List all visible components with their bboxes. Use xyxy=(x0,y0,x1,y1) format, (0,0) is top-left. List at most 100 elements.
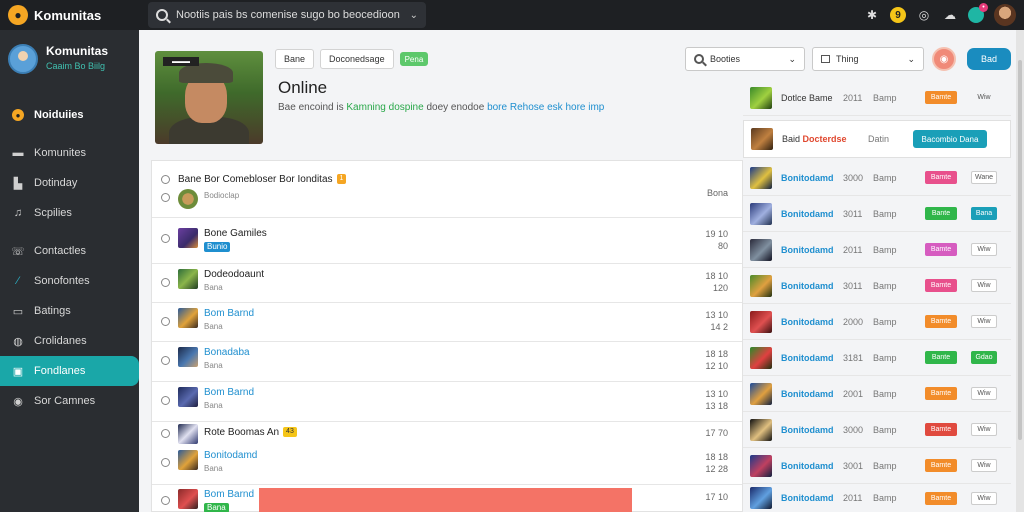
list-item[interactable]: Bonadaba Bana 18 18 12 10 xyxy=(152,342,742,382)
chip-pena[interactable]: Pena xyxy=(399,52,429,66)
right-list-item[interactable]: Bonitodamd 3181 Bamp Bante Gdao xyxy=(743,340,1011,376)
right-list-item[interactable]: Bonitodamd 3000 Bamp Bamte Wiw xyxy=(743,412,1011,448)
right-list-item[interactable]: Bonitodamd 3011 Bamp Bamte Wiw xyxy=(743,268,1011,304)
sidebar-item-games[interactable]: ◉ Sor Camnes xyxy=(0,386,139,416)
profile[interactable]: Komunitas Caaim Bo Biilg xyxy=(0,30,139,100)
right-list-item[interactable]: Bonitodamd 3000 Bamp Bamte Wane xyxy=(743,160,1011,196)
sidebar-item-notifications[interactable]: ● Noiduiies xyxy=(0,100,139,130)
friends-icon: ▣ xyxy=(12,365,24,378)
row-action[interactable]: Wiw xyxy=(971,279,997,292)
record-button[interactable]: ◉ xyxy=(932,47,956,71)
row-meta: 18 18 12 10 xyxy=(705,348,728,372)
radio-button[interactable] xyxy=(161,429,170,438)
sidebar-item-contacts[interactable]: ☏ Contactles xyxy=(0,236,139,266)
activity-icon[interactable]: ✱ xyxy=(864,7,880,23)
radio-button[interactable] xyxy=(161,193,170,202)
sidebar-item-community[interactable]: ▬ Komunites xyxy=(0,138,139,168)
list-item[interactable]: Bom Barnd Bana 13 10 13 18 xyxy=(152,382,742,422)
radio-button[interactable] xyxy=(161,356,170,365)
list-item[interactable]: Dodeodoaunt Bana 18 10 120 xyxy=(152,264,742,303)
status-pill[interactable]: Bamte xyxy=(925,279,957,292)
row-primary-button[interactable]: Bacombio Dana xyxy=(913,130,987,148)
row-action[interactable]: Wane xyxy=(971,171,997,184)
radio-button[interactable] xyxy=(161,458,170,467)
radio-button[interactable] xyxy=(161,496,170,505)
search-input[interactable]: Nootiis pais bs comenise sugo bo beocedi… xyxy=(176,9,402,21)
list-item[interactable]: Rote Boomas An 43 17 70 Bonitodamd Bana 1… xyxy=(152,422,742,484)
row-action[interactable]: Wiw xyxy=(971,491,997,505)
row-meta: 18 10 120 xyxy=(705,270,728,294)
row-meta-1: 17 70 xyxy=(705,428,728,438)
chevron-down-icon[interactable]: ⌄ xyxy=(410,10,418,21)
desc-link-blue[interactable]: bore Rehose esk hore imp xyxy=(487,102,604,113)
row-meta-1: 19 10 xyxy=(705,229,728,239)
list-item[interactable]: Bane Bor Comebloser Bor Ionditas 1 Bodioc… xyxy=(152,161,742,218)
filter-search-dropdown[interactable]: Booties ⌄ xyxy=(685,47,805,71)
row-action[interactable]: Wiw xyxy=(971,243,997,256)
sidebar-item-friends[interactable]: ▣ Fondlanes xyxy=(0,356,139,386)
status-pill[interactable]: Bamte xyxy=(925,491,957,505)
cloud-icon[interactable]: ☁ xyxy=(942,7,958,23)
status-pill[interactable]: Bamte xyxy=(925,459,957,472)
game-cover-image[interactable]: ▬▬▬ xyxy=(155,51,263,144)
row-meta-2: 12 28 xyxy=(705,464,728,474)
scrollbar-thumb[interactable] xyxy=(1018,60,1022,440)
coin-icon[interactable]: 9 xyxy=(890,7,906,23)
user-avatar[interactable] xyxy=(994,4,1016,26)
chip-doconedsage[interactable]: Doconedsage xyxy=(320,49,394,69)
global-search[interactable]: Nootiis pais bs comenise sugo bo beocedi… xyxy=(148,2,426,28)
filter-sort-dropdown[interactable]: Thing ⌄ xyxy=(812,47,924,71)
row-thumbnail xyxy=(178,387,198,407)
add-button[interactable]: Bad xyxy=(967,48,1011,70)
status-pill[interactable]: Bamte xyxy=(925,423,957,436)
row-thumbnail xyxy=(178,228,198,248)
desc-highlight-green[interactable]: Kamning dospine xyxy=(346,102,423,113)
list-item[interactable]: Bone Gamiles Bunio 19 10 80 xyxy=(152,218,742,264)
row-action[interactable]: Gdao xyxy=(971,351,997,364)
row-number: 3000 xyxy=(843,424,864,435)
row-number: 3001 xyxy=(843,460,864,471)
highlight-bar[interactable] xyxy=(259,488,632,512)
radio-button[interactable] xyxy=(161,175,170,184)
radio-button[interactable] xyxy=(161,234,170,243)
brand[interactable]: ● Komunitas xyxy=(0,5,148,25)
row-action[interactable]: Wiw xyxy=(971,423,997,436)
row-action[interactable]: Bana xyxy=(971,207,997,220)
sidebar-item-feather[interactable]: ⁄ Sonofontes xyxy=(0,266,139,296)
radio-button[interactable] xyxy=(161,317,170,326)
right-list-item[interactable]: Bonitodamd 2000 Bamp Bamte Wiw xyxy=(743,304,1011,340)
radio-button[interactable] xyxy=(161,396,170,405)
right-list-item[interactable]: Bonitodamd 3011 Bamp Bante Bana xyxy=(743,196,1011,232)
row-thumbnail xyxy=(750,346,772,369)
status-pill[interactable]: Bante xyxy=(925,351,957,364)
notifications-icon[interactable]: • xyxy=(968,3,988,23)
sidebar-item-label: Sor Camnes xyxy=(34,395,96,407)
row-action[interactable]: Wiw xyxy=(971,459,997,472)
status-pill[interactable]: Bamte xyxy=(925,171,957,184)
right-list-item[interactable]: Bonitodamd 3001 Bamp Bamte Wiw xyxy=(743,448,1011,484)
row-action[interactable]: Wiw xyxy=(971,91,997,104)
status-pill[interactable]: Bamte xyxy=(925,243,957,256)
status-pill[interactable]: Bante xyxy=(925,207,957,220)
sidebar-item-credits[interactable]: ◍ Crolidanes xyxy=(0,326,139,356)
sidebar-item-daily[interactable]: ▙ Dotinday xyxy=(0,168,139,198)
sidebar-item-supplies[interactable]: ♫ Scpilies xyxy=(0,198,139,228)
right-list-item[interactable]: Bonitodamd 2001 Bamp Bamte Wiw xyxy=(743,376,1011,412)
row-action[interactable]: Wiw xyxy=(971,315,997,328)
right-list-item[interactable]: Baid Docterdse Datin Bacombio Dana xyxy=(743,120,1011,158)
right-list-item[interactable]: Bonitodamd 2011 Bamp Bamte Wiw xyxy=(743,232,1011,268)
supplies-icon: ♫ xyxy=(13,207,23,219)
sidebar-item-settings[interactable]: ▭ Batings xyxy=(0,296,139,326)
right-list-item[interactable]: Dotlce Bame 2011 Bamp Bamte Wiw xyxy=(743,80,1011,116)
status-pill[interactable]: Bamte xyxy=(925,387,957,400)
globe-icon[interactable]: ◎ xyxy=(916,7,932,23)
status-pill[interactable]: Bamte xyxy=(925,91,957,104)
list-item[interactable]: Bom Barnd Bana 13 10 14 2 xyxy=(152,303,742,342)
row-action[interactable]: Wiw xyxy=(971,387,997,400)
radio-button[interactable] xyxy=(161,278,170,287)
row-thumbnail xyxy=(750,274,772,297)
right-list-item[interactable]: Bonitodamd 2011 Bamp Bamte Wiw xyxy=(743,484,1011,512)
status-pill[interactable]: Bamte xyxy=(925,315,957,328)
row-tag: 43 xyxy=(283,427,297,438)
chip-bane[interactable]: Bane xyxy=(275,49,315,69)
